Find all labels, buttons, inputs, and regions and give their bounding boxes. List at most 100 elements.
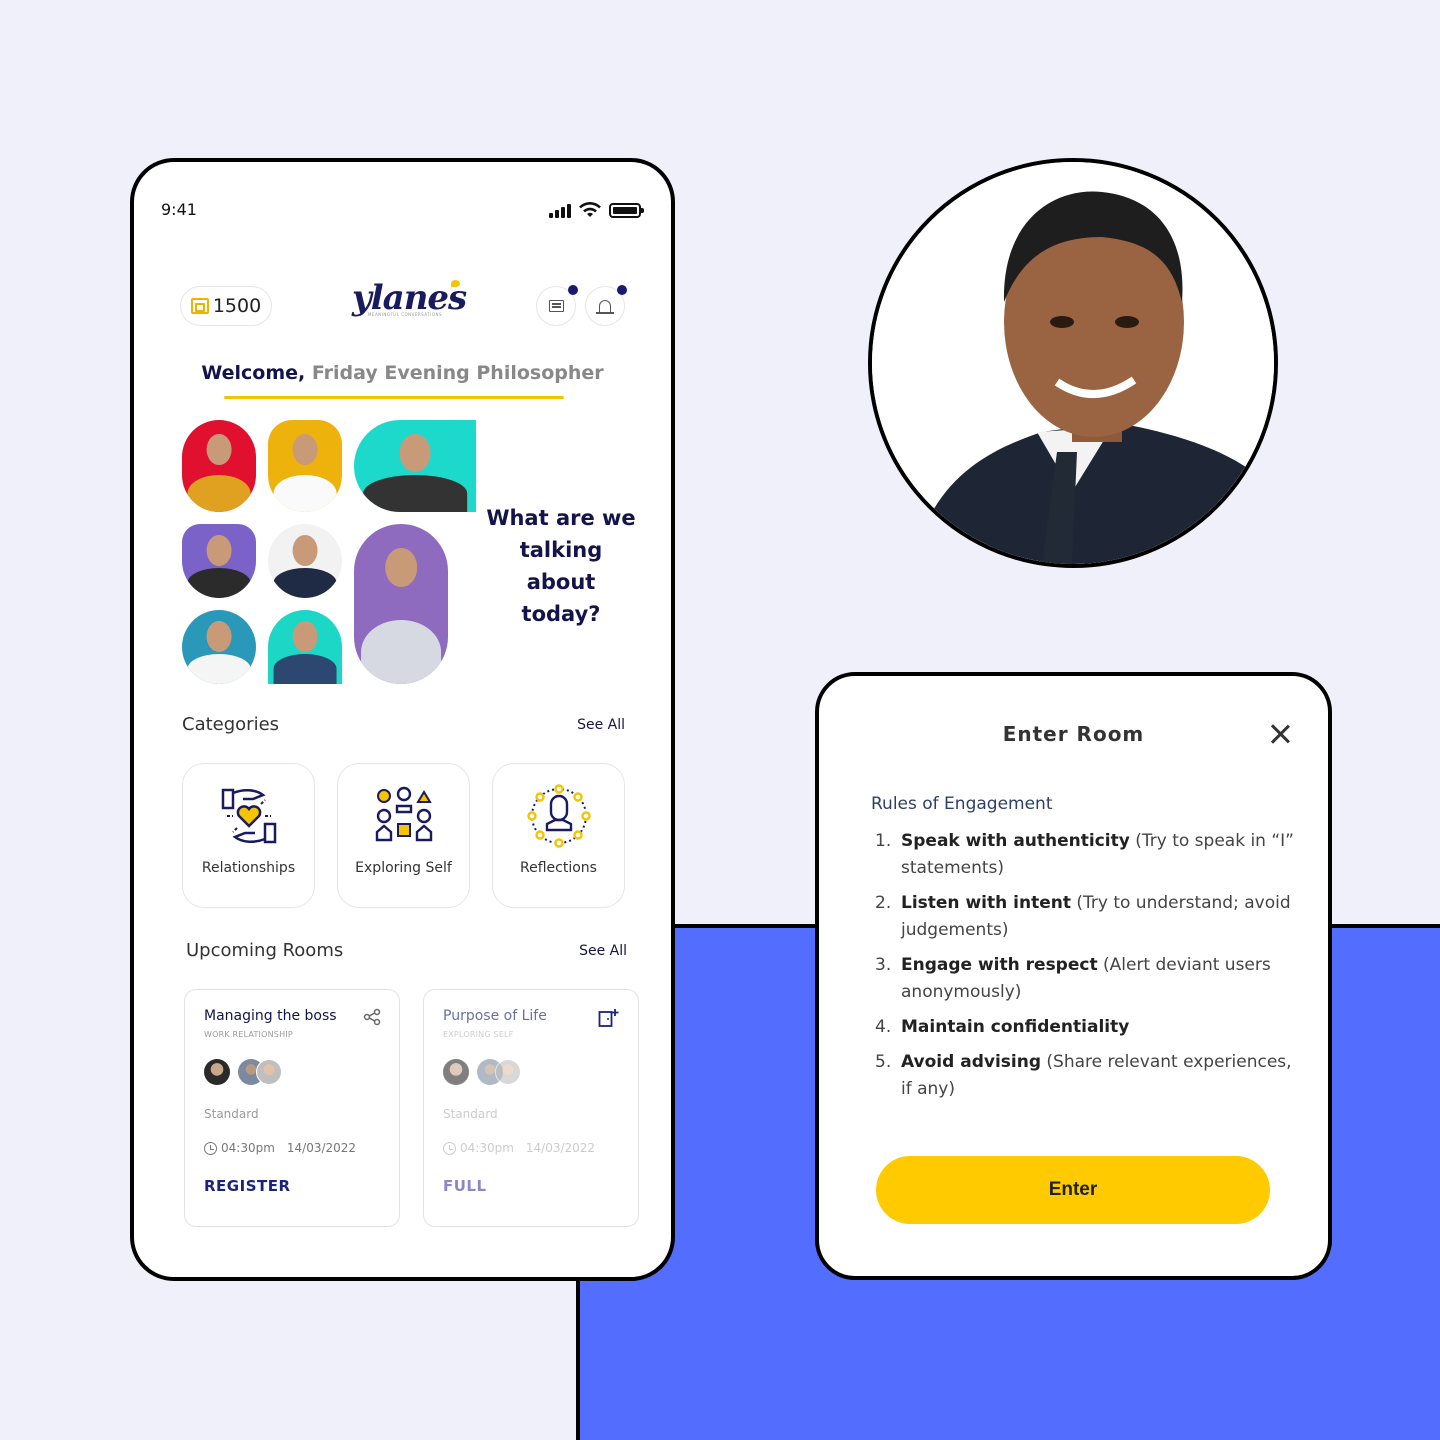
avatar-body	[363, 475, 467, 512]
rule-item: 4. Maintain confidentiality	[875, 1014, 1295, 1041]
rule-item: 3. Engage with respect (Alert deviant us…	[875, 952, 1295, 1006]
rule-number: 5.	[875, 1052, 892, 1072]
enter-room-modal: Enter Room Rules of Engagement 1. Speak …	[815, 672, 1332, 1280]
participant-avatar	[204, 1059, 230, 1085]
avatar	[354, 420, 476, 512]
room-tier: Standard	[204, 1107, 259, 1121]
rules-title: Rules of Engagement	[871, 794, 1053, 814]
participant-avatar	[495, 1059, 521, 1085]
clock-icon	[443, 1141, 456, 1155]
person-circle-icon	[526, 784, 591, 848]
bell-icon	[596, 299, 614, 314]
logo-bird-icon	[451, 280, 460, 287]
category-label: Relationships	[201, 860, 296, 876]
welcome-greeting: Welcome,	[201, 362, 306, 384]
upcoming-rooms-header: Upcoming Rooms See All	[186, 940, 627, 961]
category-label: Reflections	[520, 860, 597, 876]
rule-heading: Engage with respect	[901, 955, 1098, 975]
avatar-face	[292, 621, 318, 653]
categories-title: Categories	[182, 714, 280, 735]
rule-item: 1. Speak with authenticity (Try to speak…	[875, 828, 1295, 882]
room-card[interactable]: Managing the boss WORK RELATIONSHIP Stan…	[184, 989, 400, 1227]
avatar	[182, 524, 256, 598]
rule-item: 2. Listen with intent (Try to understand…	[875, 890, 1295, 944]
avatar-body	[187, 568, 251, 598]
register-button[interactable]: REGISTER	[204, 1177, 399, 1195]
avatar-face	[206, 621, 232, 653]
rule-heading: Speak with authenticity	[901, 831, 1130, 851]
rule-number: 3.	[875, 955, 892, 975]
battery-icon	[609, 202, 644, 218]
avatar-face	[399, 433, 431, 473]
rule-number: 4.	[875, 1017, 892, 1037]
app-header: 1500 ylanes MEANINGFUL CONVERSATIONS	[134, 278, 671, 328]
category-label: Exploring Self	[355, 860, 452, 876]
hands-heart-icon	[221, 788, 276, 844]
upcoming-rooms-see-all-link[interactable]: See All	[579, 943, 627, 959]
avatar-face	[206, 535, 232, 567]
participant-avatars	[443, 1059, 638, 1085]
welcome-heading: Welcome, Friday Evening Philosopher	[134, 362, 671, 384]
chat-icon	[548, 300, 564, 312]
avatar-face	[292, 433, 318, 465]
avatar-face	[385, 548, 417, 588]
avatar-body	[187, 475, 251, 512]
avatar-body	[187, 654, 251, 684]
avatar-body	[273, 568, 337, 598]
wifi-icon	[579, 202, 601, 217]
notifications-button[interactable]	[585, 285, 627, 326]
avatar	[354, 524, 448, 684]
avatar	[182, 420, 256, 512]
categories-list: Relationships Exploring Self Reflections	[182, 763, 625, 908]
profile-portrait	[868, 158, 1278, 568]
wallet-icon	[190, 298, 209, 314]
room-category: WORK RELATIONSHIP	[204, 1030, 293, 1039]
enter-button[interactable]: Enter	[876, 1156, 1270, 1224]
rules-list: 1. Speak with authenticity (Try to speak…	[875, 828, 1295, 1111]
signal-icon	[549, 203, 571, 218]
upcoming-rooms-title: Upcoming Rooms	[186, 940, 344, 961]
notification-dot	[568, 285, 578, 295]
full-status-label: FULL	[443, 1177, 487, 1195]
room-date: 14/03/2022	[286, 1141, 357, 1155]
avatar	[268, 420, 342, 512]
share-icon[interactable]	[363, 1008, 381, 1026]
participant-avatar	[443, 1059, 469, 1085]
participant-avatars	[204, 1059, 399, 1085]
room-schedule: 04:30pm 14/03/2022	[204, 1141, 399, 1155]
rule-heading: Maintain confidentiality	[901, 1017, 1130, 1037]
category-card-relationships[interactable]: Relationships	[182, 763, 315, 908]
messages-button[interactable]	[536, 285, 578, 326]
hero-question: What are we talking about today?	[486, 506, 636, 626]
people-shapes-icon	[375, 786, 432, 842]
enter-door-icon[interactable]	[598, 1008, 620, 1028]
room-card[interactable]: Purpose of Life EXPLORING SELF Standard …	[423, 989, 639, 1227]
rule-heading: Listen with intent	[901, 893, 1071, 913]
close-icon[interactable]	[1268, 722, 1292, 746]
modal-title: Enter Room	[1002, 722, 1145, 746]
notification-dot	[617, 285, 627, 295]
phone-frame: 9:41 1500 ylanes MEANINGFUL CONVERSATION…	[130, 158, 675, 1281]
room-time: 04:30pm	[221, 1141, 275, 1155]
rule-item: 5. Avoid advising (Share relevant experi…	[875, 1049, 1295, 1103]
avatar-body	[273, 475, 337, 512]
room-time: 04:30pm	[460, 1141, 514, 1155]
wallet-balance-button[interactable]: 1500	[180, 286, 272, 326]
avatar-face	[292, 535, 318, 567]
person-photo	[872, 162, 1274, 564]
rule-heading: Avoid advising	[901, 1052, 1041, 1072]
status-bar: 9:41	[134, 200, 671, 224]
rule-number: 1.	[875, 831, 892, 851]
category-card-reflections[interactable]: Reflections	[492, 763, 625, 908]
avatar-face	[206, 433, 232, 465]
avatar	[268, 610, 342, 684]
clock-icon	[204, 1141, 217, 1155]
avatar	[268, 524, 342, 598]
categories-see-all-link[interactable]: See All	[577, 717, 625, 733]
room-tier: Standard	[443, 1107, 498, 1121]
welcome-underline	[224, 396, 564, 399]
room-date: 14/03/2022	[525, 1141, 596, 1155]
avatar-body	[361, 620, 441, 684]
category-card-exploring-self[interactable]: Exploring Self	[337, 763, 470, 908]
avatar-collage	[182, 420, 482, 690]
